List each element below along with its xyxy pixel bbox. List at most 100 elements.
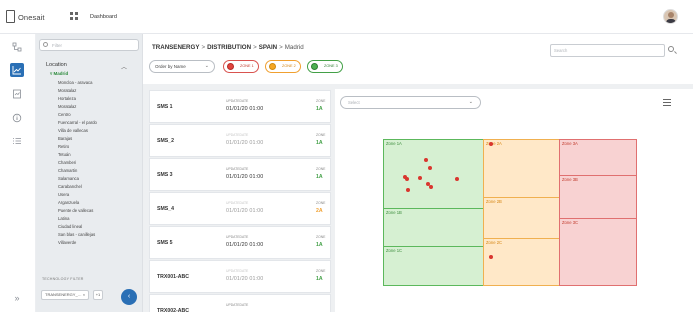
- hierarchy-icon[interactable]: [10, 40, 24, 54]
- zone-1-dot-icon: [227, 63, 234, 70]
- device-card[interactable]: SMS_2 UPDATEDATE 01/01/20 01:00 ZONE 1A: [149, 124, 331, 157]
- zone-2c-cell[interactable]: Zone 2C: [483, 238, 560, 286]
- logo-icon: [6, 10, 15, 23]
- breadcrumb-item[interactable]: SPAIN: [259, 44, 277, 51]
- chevron-down-icon: ⌄: [204, 63, 209, 69]
- nav-dashboard-link[interactable]: Dashboard: [90, 14, 117, 20]
- location-item[interactable]: Chamartin: [58, 167, 140, 175]
- breadcrumb-item[interactable]: Madrid: [285, 44, 304, 51]
- tree-root-madrid[interactable]: ▿ Madrid: [50, 71, 68, 77]
- order-by-select[interactable]: Order by Name ⌄: [149, 60, 215, 73]
- location-item[interactable]: Centro: [58, 111, 140, 119]
- zone-2a-cell[interactable]: Zone 2A: [483, 139, 560, 198]
- update-date-value: 01/01/20 01:00: [226, 106, 264, 112]
- user-avatar[interactable]: [663, 9, 678, 24]
- update-date-value: 01/01/20 01:00: [226, 242, 264, 248]
- location-marker[interactable]: [489, 255, 493, 259]
- logo-text: Onesait: [18, 13, 45, 22]
- location-item[interactable]: Villa de vallecas: [58, 127, 140, 135]
- breadcrumb-separator: >: [279, 44, 283, 51]
- location-item[interactable]: Salamanca: [58, 175, 140, 183]
- search-icon[interactable]: [668, 46, 674, 52]
- breadcrumb-item[interactable]: TRANSENERGY: [152, 44, 199, 51]
- zone-value: 1A: [316, 276, 323, 282]
- zone-1a-cell[interactable]: Zone 1A: [383, 139, 484, 209]
- list-icon[interactable]: [10, 134, 24, 148]
- location-marker[interactable]: [405, 177, 409, 181]
- location-item[interactable]: Barajas: [58, 135, 140, 143]
- zone-3c-cell[interactable]: Zone 3C: [559, 218, 637, 286]
- location-marker[interactable]: [424, 158, 428, 162]
- location-marker[interactable]: [489, 142, 493, 146]
- collapse-sidebar-button[interactable]: ‹: [121, 289, 137, 305]
- technology-chip[interactable]: TRANSENERGY_… ×: [41, 290, 89, 300]
- update-date-value: 01/01/20 01:00: [226, 140, 264, 146]
- device-card[interactable]: SMS_4 UPDATEDATE 01/01/20 01:00 ZONE 2A: [149, 192, 331, 225]
- location-item[interactable]: Moratalaz: [58, 87, 140, 95]
- location-item[interactable]: Arganzuela: [58, 199, 140, 207]
- location-marker[interactable]: [429, 185, 433, 189]
- breadcrumb-item[interactable]: DISTRIBUTION: [207, 44, 251, 51]
- location-item[interactable]: Hortaleza: [58, 95, 140, 103]
- location-item[interactable]: Carabanchel: [58, 183, 140, 191]
- breadcrumb: TRANSENERGY > DISTRIBUTION > SPAIN > Madrid: [152, 44, 304, 51]
- update-date-value: 01/01/20 01:00: [226, 174, 264, 180]
- location-item[interactable]: Tetuán: [58, 151, 140, 159]
- zone-2-filter-button[interactable]: ZONE 2: [265, 60, 301, 73]
- breadcrumb-separator: >: [253, 44, 257, 51]
- location-item[interactable]: Moncloa - aravaca: [58, 79, 140, 87]
- update-date-label: UPDATEDATE: [226, 133, 249, 137]
- zone-1-filter-button[interactable]: ZONE 1: [223, 60, 259, 73]
- location-marker[interactable]: [428, 166, 432, 170]
- zone-label: ZONE: [316, 201, 326, 205]
- device-name: TRX002-ABC: [157, 308, 189, 312]
- update-date-label: UPDATEDATE: [226, 235, 249, 239]
- location-item[interactable]: Retiro: [58, 143, 140, 151]
- zone-1b-cell[interactable]: Zone 1B: [383, 208, 484, 247]
- device-card[interactable]: TRX001-ABC UPDATEDATE 01/01/20 01:00 ZONE 1A: [149, 260, 331, 293]
- filter-search-input[interactable]: Filter: [39, 39, 139, 51]
- location-item[interactable]: Chamberi: [58, 159, 140, 167]
- chevron-up-icon[interactable]: ︿: [121, 62, 127, 71]
- menu-icon[interactable]: [663, 99, 671, 108]
- zone-3-filter-button[interactable]: ZONE 3: [307, 60, 343, 73]
- location-item[interactable]: Latina: [58, 215, 140, 223]
- zone-2-dot-icon: [269, 63, 276, 70]
- location-item[interactable]: Fuencarral - el pardo: [58, 119, 140, 127]
- location-item[interactable]: San blas - canillejas: [58, 231, 140, 239]
- update-date-label: UPDATEDATE: [226, 201, 249, 205]
- chevron-down-icon: ⌄: [468, 99, 473, 105]
- zone-label: ZONE: [316, 235, 326, 239]
- zone-label: ZONE: [316, 133, 326, 137]
- location-item[interactable]: Villaverde: [58, 239, 140, 247]
- zone-1c-cell[interactable]: Zone 1C: [383, 246, 484, 286]
- treemap-select[interactable]: Select ⌄: [340, 96, 481, 109]
- location-item[interactable]: Usera: [58, 191, 140, 199]
- location-marker[interactable]: [418, 176, 422, 180]
- device-name: SMS_2: [157, 138, 175, 144]
- device-card[interactable]: SMS 3 UPDATEDATE 01/01/20 01:00 ZONE 1A: [149, 158, 331, 191]
- technology-more-chip[interactable]: +1: [93, 290, 103, 300]
- zone-3a-cell[interactable]: Zone 3A: [559, 139, 637, 176]
- expand-icon[interactable]: »: [10, 291, 24, 305]
- apps-grid-icon[interactable]: [70, 12, 78, 20]
- location-item[interactable]: Puente de vallecas: [58, 207, 140, 215]
- report-icon[interactable]: [10, 87, 24, 101]
- location-marker[interactable]: [406, 188, 410, 192]
- info-icon[interactable]: [10, 111, 24, 125]
- device-name: SMS 3: [157, 172, 173, 178]
- device-card[interactable]: SMS 1 UPDATEDATE 01/01/20 01:00 ZONE 1A: [149, 90, 331, 123]
- zone-2b-cell[interactable]: Zone 2B: [483, 197, 560, 239]
- location-item[interactable]: Ciudad lineal: [58, 223, 140, 231]
- update-date-label: UPDATEDATE: [226, 269, 249, 273]
- zone-3-dot-icon: [311, 63, 318, 70]
- location-marker[interactable]: [455, 177, 459, 181]
- main-search-input[interactable]: Search: [550, 44, 665, 57]
- device-card[interactable]: TRX002-ABC UPDATEDATE: [149, 294, 331, 312]
- device-card[interactable]: SMS 5 UPDATEDATE 01/01/20 01:00 ZONE 1A: [149, 226, 331, 259]
- zone-3b-cell[interactable]: Zone 3B: [559, 175, 637, 219]
- chart-line-icon[interactable]: [10, 63, 24, 77]
- device-name: TRX001-ABC: [157, 274, 189, 280]
- location-item[interactable]: Moratalaz: [58, 103, 140, 111]
- update-date-label: UPDATEDATE: [226, 303, 249, 307]
